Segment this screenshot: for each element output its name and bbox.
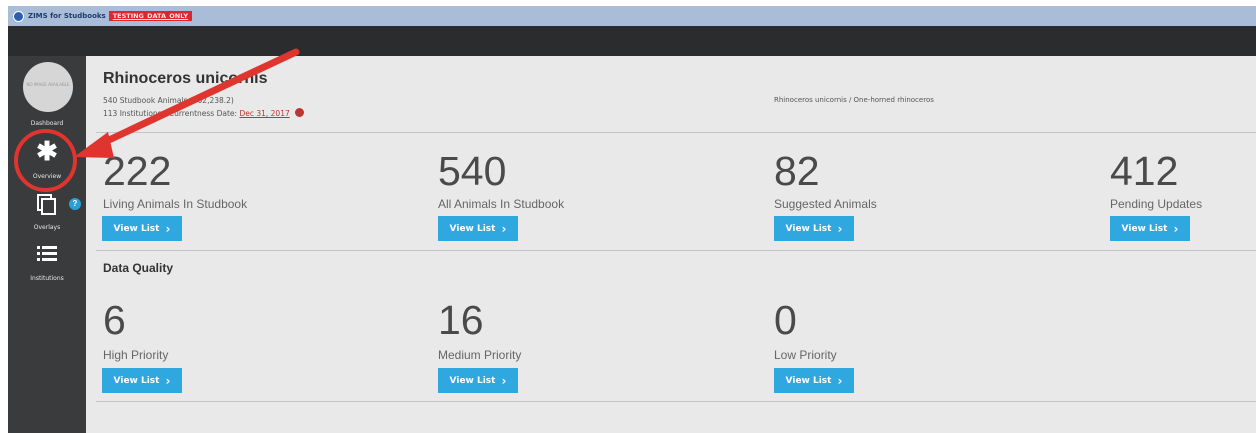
common-name: Rhinoceros unicornis / One-horned rhinoc… xyxy=(774,96,934,104)
button-label: View List xyxy=(113,223,160,234)
dq-label-low: Low Priority xyxy=(774,348,837,362)
view-list-pending-button[interactable]: View List › xyxy=(1110,216,1190,241)
help-icon[interactable]: ? xyxy=(69,198,81,210)
app-logo-icon xyxy=(13,10,24,22)
chevron-right-icon: › xyxy=(1173,221,1179,236)
dq-label-medium: Medium Priority xyxy=(438,348,522,362)
avatar[interactable]: NO IMAGE AVAILABLE xyxy=(23,62,73,112)
divider xyxy=(96,250,1256,251)
dq-value-low: 0 xyxy=(774,297,797,343)
currentness-date[interactable]: Dec 31, 2017 xyxy=(239,109,289,118)
sidebar-item-dashboard[interactable]: Dashboard xyxy=(8,120,86,127)
chevron-right-icon: › xyxy=(165,221,171,236)
species-title: Rhinoceros unicornis xyxy=(103,70,268,87)
sidebar: NO IMAGE AVAILABLE Dashboard ✱ Overview … xyxy=(8,56,86,433)
window-titlebar: ZIMS for Studbooks TESTING_DATA_ONLY xyxy=(8,6,1256,26)
view-list-all-button[interactable]: View List › xyxy=(438,216,518,241)
annotation-highlight-circle xyxy=(14,129,77,192)
chevron-right-icon: › xyxy=(501,373,507,388)
view-list-medium-button[interactable]: View List › xyxy=(438,368,518,393)
data-quality-title: Data Quality xyxy=(103,261,174,275)
view-list-low-button[interactable]: View List › xyxy=(774,368,854,393)
window-title: ZIMS for Studbooks xyxy=(28,12,106,20)
dq-label-high: High Priority xyxy=(103,348,169,362)
currentness-prefix: 113 Institutions / Currentness Date: xyxy=(103,109,238,118)
chevron-right-icon: › xyxy=(837,373,843,388)
stat-label-suggested: Suggested Animals xyxy=(774,197,877,211)
top-navbar xyxy=(8,26,1256,56)
button-label: View List xyxy=(449,375,496,386)
list-icon[interactable] xyxy=(8,244,86,269)
divider xyxy=(96,401,1256,402)
divider xyxy=(96,132,1256,133)
stat-value-living: 222 xyxy=(103,148,172,194)
status-dot-icon xyxy=(295,108,305,117)
studbook-count: 540 Studbook Animals (502,238.2) xyxy=(103,96,234,105)
currentness-line: 113 Institutions / Currentness Date: Dec… xyxy=(103,108,305,118)
dq-value-medium: 16 xyxy=(438,297,484,343)
main-content: Rhinoceros unicornis 540 Studbook Animal… xyxy=(86,56,1256,433)
sidebar-item-institutions[interactable]: Institutions xyxy=(8,275,86,282)
stat-label-pending: Pending Updates xyxy=(1110,197,1203,211)
chevron-right-icon: › xyxy=(165,373,171,388)
dq-value-high: 6 xyxy=(103,297,126,343)
stat-value-pending: 412 xyxy=(1110,148,1179,194)
stat-value-suggested: 82 xyxy=(774,148,820,194)
environment-tag: TESTING_DATA_ONLY xyxy=(108,11,193,21)
stat-label-living: Living Animals In Studbook xyxy=(103,197,248,211)
stat-value-all: 540 xyxy=(438,148,507,194)
sidebar-item-overlays[interactable]: Overlays xyxy=(8,224,86,231)
view-list-high-button[interactable]: View List › xyxy=(102,368,182,393)
button-label: View List xyxy=(785,375,832,386)
chevron-right-icon: › xyxy=(837,221,843,236)
button-label: View List xyxy=(449,223,496,234)
stat-label-all: All Animals In Studbook xyxy=(438,197,565,211)
button-label: View List xyxy=(1121,223,1168,234)
button-label: View List xyxy=(113,375,160,386)
view-list-suggested-button[interactable]: View List › xyxy=(774,216,854,241)
view-list-living-button[interactable]: View List › xyxy=(102,216,182,241)
chevron-right-icon: › xyxy=(501,221,507,236)
button-label: View List xyxy=(785,223,832,234)
